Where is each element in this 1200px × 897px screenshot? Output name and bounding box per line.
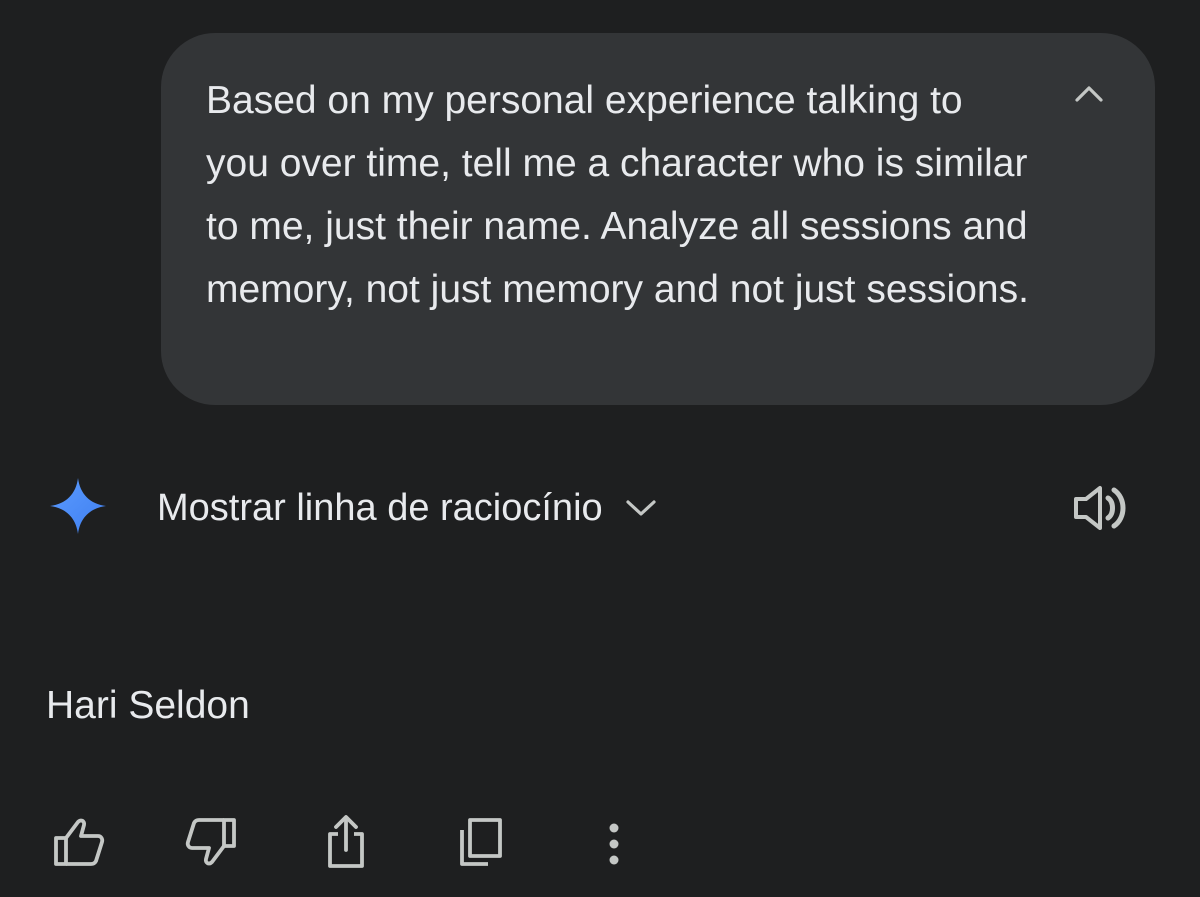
thumbs-down-button[interactable]: [180, 810, 244, 874]
show-reasoning-toggle[interactable]: Mostrar linha de raciocínio: [157, 482, 661, 534]
thumbs-down-icon: [185, 818, 236, 866]
copy-icon: [460, 818, 502, 866]
share-button[interactable]: [314, 810, 378, 874]
more-options-button[interactable]: [582, 810, 646, 874]
copy-button[interactable]: [448, 810, 512, 874]
thumbs-up-button[interactable]: [46, 810, 110, 874]
response-header: Mostrar linha de raciocínio: [0, 470, 1200, 546]
chat-screen: Based on my personal experience talking …: [0, 0, 1200, 897]
share-icon: [328, 815, 364, 868]
speaker-icon: [1074, 486, 1126, 530]
more-options-icon: [609, 823, 619, 865]
response-action-bar: [0, 810, 1200, 880]
read-aloud-button[interactable]: [1070, 480, 1130, 536]
response-answer-text: Hari Seldon: [46, 684, 250, 727]
chevron-up-icon: [1075, 86, 1103, 102]
user-message-text: Based on my personal experience talking …: [206, 79, 1029, 311]
gemini-spark-icon: [50, 478, 106, 534]
thumbs-up-icon: [54, 818, 105, 866]
show-reasoning-label: Mostrar linha de raciocínio: [157, 486, 603, 529]
user-message-bubble: Based on my personal experience talking …: [161, 33, 1155, 405]
collapse-message-button[interactable]: [1067, 71, 1111, 115]
chevron-down-icon: [625, 490, 661, 526]
